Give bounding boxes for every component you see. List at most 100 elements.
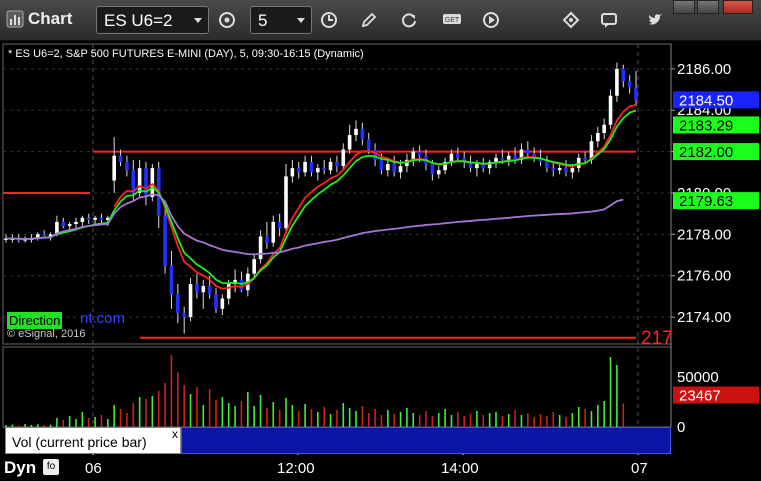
candle-body — [67, 224, 72, 227]
candle-body — [99, 217, 104, 220]
candle-body — [144, 168, 148, 198]
twitter-button[interactable] — [640, 6, 670, 34]
chart-window: Chart ES U6=2 5 GET 2186.00 2184.00 2178… — [0, 0, 761, 481]
interval-value: 5 — [258, 11, 268, 30]
candle-body — [608, 95, 613, 125]
get-icon: GET — [443, 14, 461, 24]
window-controls — [673, 0, 757, 16]
candle-body — [220, 298, 225, 309]
chat-icon — [601, 13, 617, 28]
play-icon — [483, 12, 499, 28]
candle-body — [150, 168, 155, 198]
candle-body — [322, 168, 326, 171]
candle-body — [176, 294, 180, 313]
time-button[interactable] — [314, 6, 344, 34]
candle-body — [398, 166, 403, 173]
symbol-value: ES U6=2 — [104, 11, 173, 30]
candle-body — [201, 286, 206, 293]
volume-label-strip — [181, 427, 671, 454]
clock-settings-button[interactable] — [212, 6, 242, 34]
format-icon[interactable]: fo — [43, 459, 59, 475]
twitter-icon — [649, 14, 662, 25]
candle-body — [373, 149, 377, 160]
x-tick: 12:00 — [277, 460, 315, 477]
minimize-button[interactable] — [673, 0, 695, 14]
app-title: Chart — [28, 9, 73, 28]
candle-body — [526, 149, 530, 154]
candle-body — [61, 221, 66, 227]
level-label: 217 — [641, 328, 673, 349]
price-pane — [2, 43, 672, 345]
candle-body — [290, 168, 295, 177]
clock-settings-icon — [219, 12, 235, 28]
candle-body — [379, 159, 384, 171]
play-button[interactable] — [476, 6, 506, 34]
candle-body — [277, 221, 282, 229]
maximize-button[interactable] — [697, 0, 719, 14]
candle-body — [392, 164, 396, 173]
x-tick: 14:00 — [441, 460, 479, 477]
candle-body — [328, 161, 333, 171]
candle-body — [309, 161, 314, 173]
candle-body — [335, 161, 339, 167]
chevron-down-icon — [194, 18, 202, 23]
title-bar: Chart ES U6=2 5 GET — [0, 0, 761, 41]
y-tick-label: 2176.00 — [677, 268, 731, 285]
price-tag-label: 2179.63 — [679, 193, 733, 210]
volume-tick-label: 0 — [677, 419, 685, 436]
candle-body — [634, 87, 638, 100]
candle-body — [169, 265, 174, 295]
candle-body — [207, 286, 212, 295]
price-tag-label: 2183.29 — [679, 117, 733, 134]
candle-body — [188, 284, 193, 318]
candle-body — [596, 132, 600, 142]
svg-text:GET: GET — [445, 17, 460, 24]
watermark-highlight: Direction — [7, 312, 63, 329]
candle-body — [417, 151, 422, 156]
candle-body — [494, 157, 498, 162]
price-chart[interactable]: 2186.002184.002182.002180.002178.002176.… — [0, 40, 761, 455]
volume-label: Vol (current price bar) — [12, 434, 147, 450]
candle-body — [214, 294, 218, 309]
price-tag-label: 2182.00 — [679, 144, 733, 161]
candle-body — [74, 221, 78, 224]
symbol-combo[interactable]: ES U6=2 — [96, 6, 209, 34]
chat-button[interactable] — [594, 6, 624, 34]
time-icon — [321, 12, 337, 28]
candle-body — [456, 153, 460, 158]
price-tag-label: 2184.50 — [679, 92, 733, 109]
refresh-button[interactable] — [394, 6, 424, 34]
candle-body — [551, 168, 556, 171]
candle-body — [42, 234, 46, 237]
candle-body — [583, 157, 587, 160]
get-button[interactable]: GET — [436, 6, 466, 34]
volume-study-label[interactable]: Vol (current price bar) x — [5, 427, 181, 454]
candle-body — [93, 217, 97, 220]
drawing-tools-button[interactable] — [556, 6, 586, 34]
dyn-label[interactable]: Dyn — [4, 458, 36, 478]
candle-body — [576, 157, 581, 169]
diamond-tool-icon — [562, 11, 580, 29]
candle-body — [347, 135, 352, 150]
candle-body — [615, 68, 619, 96]
copyright: © eSignal, 2016 — [7, 328, 86, 340]
candle-body — [564, 168, 568, 173]
candle-body — [265, 236, 269, 243]
candle-body — [303, 161, 307, 173]
candle-body — [271, 221, 276, 243]
refresh-icon — [402, 13, 416, 28]
draw-tool-button[interactable] — [354, 6, 384, 34]
y-tick-label: 2178.00 — [677, 226, 731, 243]
close-button[interactable] — [723, 0, 753, 14]
interval-combo[interactable]: 5 — [250, 6, 312, 34]
candle-body — [80, 217, 85, 222]
candle-body — [258, 236, 263, 260]
volume-last-label: 23467 — [679, 388, 721, 405]
candle-body — [500, 157, 505, 160]
chart-header: * ES U6=2, S&P 500 FUTURES E-MINI (DAY),… — [8, 48, 364, 60]
candle-body — [354, 128, 358, 136]
candle-body — [86, 217, 91, 220]
candle-body — [366, 139, 371, 150]
candle-body — [430, 164, 435, 175]
close-study-icon[interactable]: x — [172, 427, 178, 441]
